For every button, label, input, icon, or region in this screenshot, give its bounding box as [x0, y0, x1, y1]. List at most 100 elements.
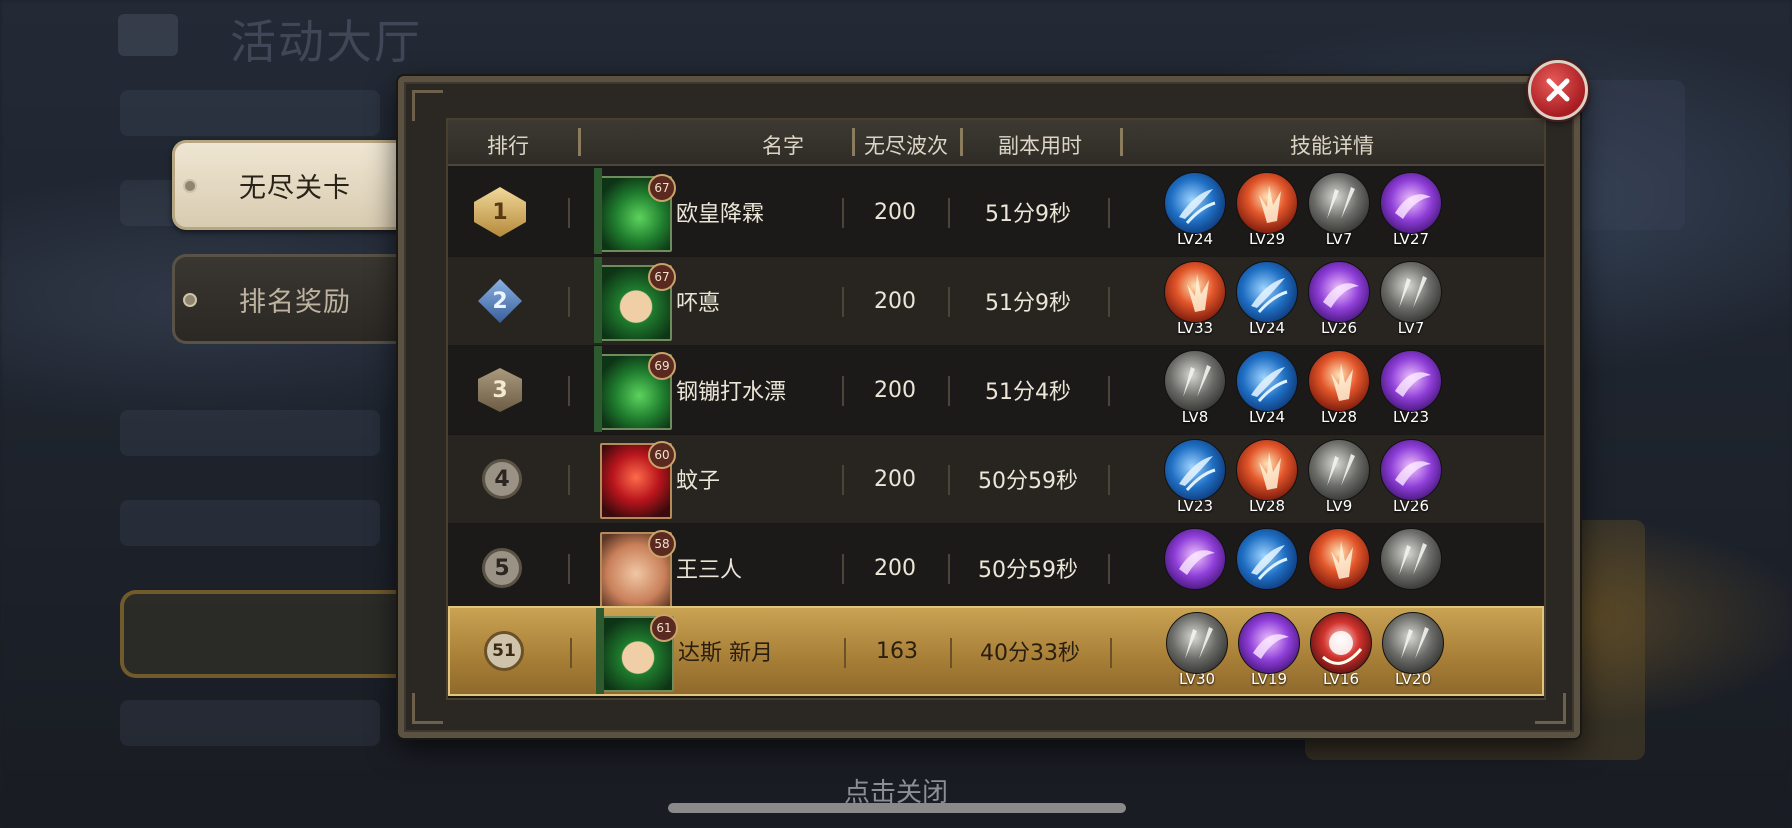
- endless-waves: 200: [874, 288, 916, 314]
- row-divider: [1108, 465, 1110, 495]
- clear-time: 51分4秒: [985, 380, 1071, 405]
- water-slash-icon: [1236, 528, 1298, 590]
- player-name: 王三人: [676, 558, 743, 583]
- skill-slot[interactable]: LV24: [1236, 350, 1298, 426]
- self-rank-row[interactable]: 51 61 达斯 新月 163 40分33秒 LV30 LV19 LV16 LV20: [448, 606, 1544, 696]
- skill-slot[interactable]: LV9: [1308, 439, 1370, 515]
- skill-slot[interactable]: [1380, 528, 1442, 590]
- skill-slot[interactable]: LV33: [1164, 261, 1226, 337]
- skill-slot[interactable]: LV8: [1164, 350, 1226, 426]
- player-name: 蚊子: [676, 469, 721, 494]
- tab-label: 排名奖励: [239, 286, 351, 318]
- table-row[interactable]: 5 58 王三人 200 50分59秒: [448, 524, 1544, 612]
- skill-slot[interactable]: LV26: [1380, 439, 1442, 515]
- tab-endless-stage[interactable]: 无尽关卡: [172, 140, 415, 230]
- water-slash-icon: [1236, 261, 1298, 323]
- clear-time: 51分9秒: [985, 202, 1071, 227]
- skill-slot[interactable]: LV19: [1238, 612, 1300, 688]
- player-avatar[interactable]: 60: [600, 441, 676, 519]
- skill-slot[interactable]: [1236, 528, 1298, 590]
- row-divider: [568, 465, 570, 495]
- skill-slot[interactable]: LV7: [1380, 261, 1442, 337]
- player-avatar[interactable]: 61: [596, 608, 678, 694]
- fire-burst-icon: [1308, 528, 1370, 590]
- player-avatar[interactable]: 58: [600, 530, 676, 608]
- skill-slot[interactable]: [1164, 528, 1226, 590]
- skill-slot[interactable]: LV27: [1380, 172, 1442, 248]
- avatar-level-badge: 61: [650, 614, 678, 642]
- skill-slot[interactable]: LV28: [1308, 350, 1370, 426]
- arcane-wave-icon: [1380, 172, 1442, 234]
- bg-list-item: [120, 90, 380, 136]
- skill-slot[interactable]: LV28: [1236, 439, 1298, 515]
- skill-slot[interactable]: [1308, 528, 1370, 590]
- player-avatar[interactable]: 69: [594, 346, 676, 432]
- avatar-level-badge: 67: [648, 263, 676, 291]
- table-header: 排行 名字 无尽波次 副本用时 技能详情: [448, 120, 1544, 166]
- rank-badge: 4: [482, 459, 522, 499]
- row-divider: [570, 638, 572, 668]
- player-avatar[interactable]: 67: [594, 168, 676, 254]
- leaderboard-panel: 排行 名字 无尽波次 副本用时 技能详情 1 67 欧皇降霖 200 51分9秒 LV24…: [398, 76, 1580, 738]
- row-divider: [1108, 554, 1110, 584]
- skill-slot[interactable]: LV30: [1166, 612, 1228, 688]
- back-button[interactable]: [118, 14, 178, 56]
- skill-slot[interactable]: LV24: [1164, 172, 1226, 248]
- clear-time: 50分59秒: [978, 558, 1078, 583]
- rank-number: 51: [492, 641, 516, 661]
- player-avatar[interactable]: 67: [594, 257, 676, 343]
- skill-slot[interactable]: LV20: [1382, 612, 1444, 688]
- skill-list: LV23 LV28 LV9 LV26: [1164, 439, 1464, 523]
- table-row[interactable]: 1 67 欧皇降霖 200 51分9秒 LV24 LV29 LV7 LV27: [448, 168, 1544, 256]
- header-rank: 排行: [487, 134, 529, 158]
- table-row[interactable]: 3 69 钢镚打水漂 200 51分4秒 LV8 LV24 LV28 LV23: [448, 346, 1544, 434]
- skill-slot[interactable]: LV29: [1236, 172, 1298, 248]
- header-skills: 技能详情: [1290, 134, 1374, 158]
- skill-slot[interactable]: LV26: [1308, 261, 1370, 337]
- rank-badge: 51: [484, 631, 524, 671]
- skill-slot[interactable]: LV16: [1310, 612, 1372, 688]
- arcane-wave-icon: [1380, 350, 1442, 412]
- skill-list: LV24 LV29 LV7 LV27: [1164, 172, 1464, 256]
- rank-badge: 5: [482, 548, 522, 588]
- table-row[interactable]: 2 67 吥悳 200 51分9秒 LV33 LV24 LV26 LV7: [448, 257, 1544, 345]
- table-row[interactable]: 4 60 蚊子 200 50分59秒 LV23 LV28 LV9 LV26: [448, 435, 1544, 523]
- twin-blades-icon: [1382, 612, 1444, 674]
- skill-slot[interactable]: LV23: [1164, 439, 1226, 515]
- avatar-level-badge: 69: [648, 352, 676, 380]
- endless-waves: 163: [876, 638, 918, 664]
- fire-burst-icon: [1164, 261, 1226, 323]
- row-divider: [1108, 376, 1110, 406]
- tab-rank-rewards[interactable]: 排名奖励: [172, 254, 415, 344]
- row-divider: [1110, 638, 1112, 668]
- panel-corner: [412, 90, 443, 121]
- skill-slot[interactable]: LV23: [1380, 350, 1442, 426]
- player-name: 欧皇降霖: [676, 202, 765, 227]
- twin-blades-icon: [1308, 439, 1370, 501]
- arcane-wave-icon: [1238, 612, 1300, 674]
- header-waves: 无尽波次: [864, 134, 948, 158]
- panel-corner: [412, 693, 443, 724]
- endless-waves: 200: [874, 555, 916, 581]
- rank-number: 5: [494, 555, 510, 581]
- fire-burst-icon: [1236, 172, 1298, 234]
- home-indicator: [668, 803, 1126, 813]
- player-name: 达斯 新月: [678, 641, 773, 666]
- twin-blades-icon: [1308, 172, 1370, 234]
- arcane-wave-icon: [1308, 261, 1370, 323]
- avatar-banner: [594, 346, 602, 432]
- row-divider: [568, 287, 570, 317]
- rank-number: 4: [494, 466, 510, 492]
- clear-time: 50分59秒: [978, 469, 1078, 494]
- bg-selected-item: [120, 590, 428, 678]
- row-divider: [568, 376, 570, 406]
- rank-number: 1: [492, 199, 508, 225]
- rank-badge: 1: [474, 187, 526, 237]
- player-name: 吥悳: [676, 291, 721, 316]
- twin-blades-icon: [1164, 350, 1226, 412]
- skill-slot[interactable]: LV7: [1308, 172, 1370, 248]
- skill-slot[interactable]: LV24: [1236, 261, 1298, 337]
- close-button[interactable]: [1528, 60, 1588, 120]
- header-time: 副本用时: [998, 134, 1082, 158]
- water-slash-icon: [1164, 172, 1226, 234]
